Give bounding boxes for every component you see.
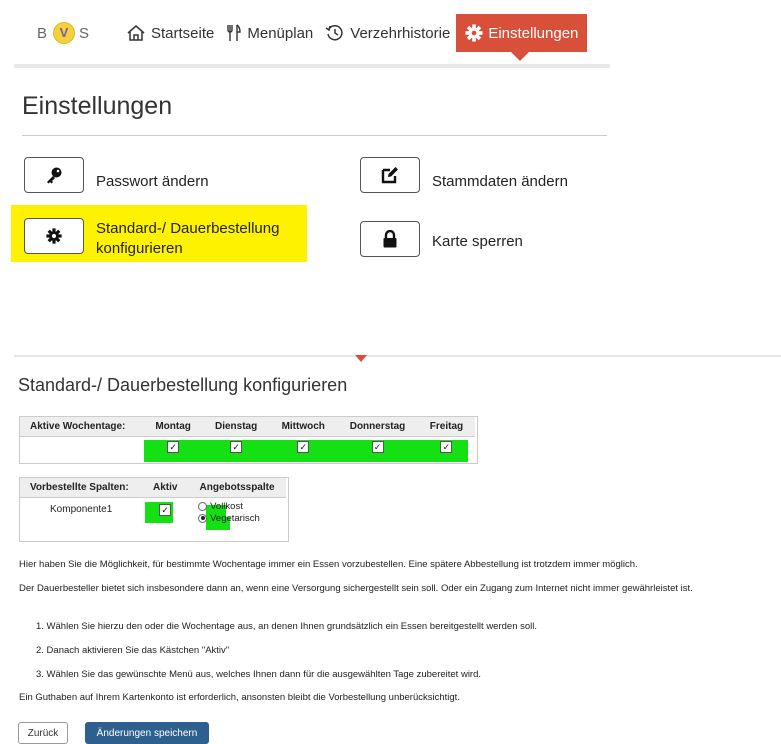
- main-nav: Startseite Menüplan Verzehrhistorie Eins…: [120, 14, 588, 61]
- checkbox-aktiv[interactable]: ✓: [159, 504, 172, 516]
- weekday-header: Donnerstag: [337, 417, 418, 437]
- logo-badge: V: [53, 22, 76, 44]
- option-vegetarisch[interactable]: Vegetarisch: [198, 513, 276, 525]
- nav-verzehrhistorie[interactable]: Verzehrhistorie: [319, 14, 456, 52]
- nav-label: Startseite: [151, 24, 215, 42]
- radio-vollkost[interactable]: [198, 501, 208, 511]
- option-vollkost[interactable]: Vollkost: [198, 501, 276, 513]
- table-row: Komponente1 ✓ Vollkost Vegetarisch: [20, 498, 286, 532]
- block-card-button[interactable]: [360, 221, 420, 257]
- weekday-cell: ✓: [337, 437, 418, 458]
- weekday-cell: ✓: [143, 437, 202, 458]
- back-button[interactable]: Zurück: [18, 722, 68, 744]
- checkbox-dienstag[interactable]: ✓: [230, 441, 243, 453]
- weekday-cell: ✓: [418, 437, 475, 458]
- standard-order-label[interactable]: Standard-/ Dauerbestellung konfigurieren: [96, 219, 279, 259]
- nav-label: Einstellungen: [488, 24, 579, 42]
- weekday-table-header: Aktive Wochentage:: [20, 417, 144, 437]
- checkbox-montag[interactable]: ✓: [167, 441, 180, 453]
- offer-options: Vollkost Vegetarisch: [188, 498, 286, 532]
- nav-einstellungen[interactable]: Einstellungen: [456, 14, 588, 61]
- weekday-header: Mittwoch: [269, 417, 338, 437]
- aktiv-header: Aktiv: [142, 478, 189, 498]
- step-2: 2. Danach aktivieren Sie das Kästchen "A…: [36, 645, 230, 656]
- page-title: Einstellungen: [22, 92, 173, 120]
- komponente-label: Komponente1: [50, 504, 113, 515]
- weekday-table: Aktive Wochentage: Montag Dienstag Mittw…: [20, 417, 475, 457]
- block-card-label[interactable]: Karte sperren: [432, 232, 523, 252]
- standard-order-label-line2: konfigurieren: [96, 240, 183, 257]
- weekday-header: Freitag: [417, 417, 475, 437]
- brand-logo[interactable]: B V S: [37, 20, 91, 46]
- checkbox-mittwoch[interactable]: ✓: [297, 441, 310, 453]
- standard-order-button[interactable]: [24, 218, 84, 254]
- weekday-header: Dienstag: [202, 417, 270, 437]
- nav-underline: [14, 64, 610, 68]
- weekday-cell: ✓: [203, 437, 270, 458]
- radio-vegetarisch[interactable]: [198, 513, 208, 523]
- home-icon: [127, 25, 145, 41]
- logo-letter-s: S: [79, 24, 92, 42]
- aktiv-cell: ✓: [142, 498, 188, 532]
- empty-cell: [20, 437, 143, 458]
- edit-masterdata-button[interactable]: [360, 157, 420, 193]
- columns-table: Vorbestellte Spalten: Aktiv Angebotsspal…: [20, 478, 286, 531]
- logo-letter-b: B: [37, 24, 50, 42]
- angebotsspalte-header: Angebotsspalte: [188, 478, 286, 498]
- gear-icon: [46, 228, 62, 244]
- option-label: Vegetarisch: [210, 513, 260, 524]
- checkbox-freitag[interactable]: ✓: [440, 441, 453, 453]
- nav-label: Verzehrhistorie: [350, 24, 451, 42]
- weekday-row: ✓ ✓ ✓ ✓ ✓: [20, 437, 475, 458]
- gear-icon: [465, 24, 483, 42]
- weekday-cell: ✓: [269, 437, 337, 458]
- save-changes-button[interactable]: Änderungen speichern: [85, 722, 209, 744]
- change-password-button[interactable]: [24, 157, 84, 193]
- standard-order-label-line1: Standard-/ Dauerbestellung: [96, 220, 280, 237]
- edit-masterdata-label[interactable]: Stammdaten ändern: [432, 172, 568, 192]
- config-title: Standard-/ Dauerbestellung konfigurieren: [18, 375, 348, 395]
- key-icon: [47, 167, 62, 184]
- history-icon: [325, 25, 343, 41]
- title-divider: [22, 135, 607, 136]
- lock-icon: [383, 230, 397, 248]
- step-1: 1. Wählen Sie hierzu den oder die Wochen…: [36, 621, 538, 632]
- nav-label: Menüplan: [247, 24, 314, 42]
- info-paragraph-3: Ein Guthaben auf Ihrem Kartenkonto ist e…: [19, 692, 460, 703]
- step-3: 3. Wählen Sie das gewünschte Menü aus, w…: [36, 669, 482, 680]
- checkbox-donnerstag[interactable]: ✓: [371, 441, 384, 453]
- section-divider: [14, 355, 781, 357]
- change-password-label[interactable]: Passwort ändern: [96, 172, 209, 192]
- nav-startseite[interactable]: Startseite: [120, 14, 220, 52]
- option-label: Vollkost: [210, 501, 243, 512]
- edit-icon: [381, 167, 398, 184]
- info-paragraph-1: Hier haben Sie die Möglichkeit, für best…: [19, 559, 638, 570]
- divider-marker: [355, 355, 367, 362]
- weekday-header: Montag: [143, 417, 203, 437]
- info-paragraph-2: Der Dauerbesteller bietet sich insbesond…: [19, 583, 693, 594]
- columns-table-header: Vorbestellte Spalten:: [20, 478, 143, 498]
- cutlery-icon: [227, 24, 242, 41]
- nav-menueplan[interactable]: Menüplan: [220, 14, 319, 52]
